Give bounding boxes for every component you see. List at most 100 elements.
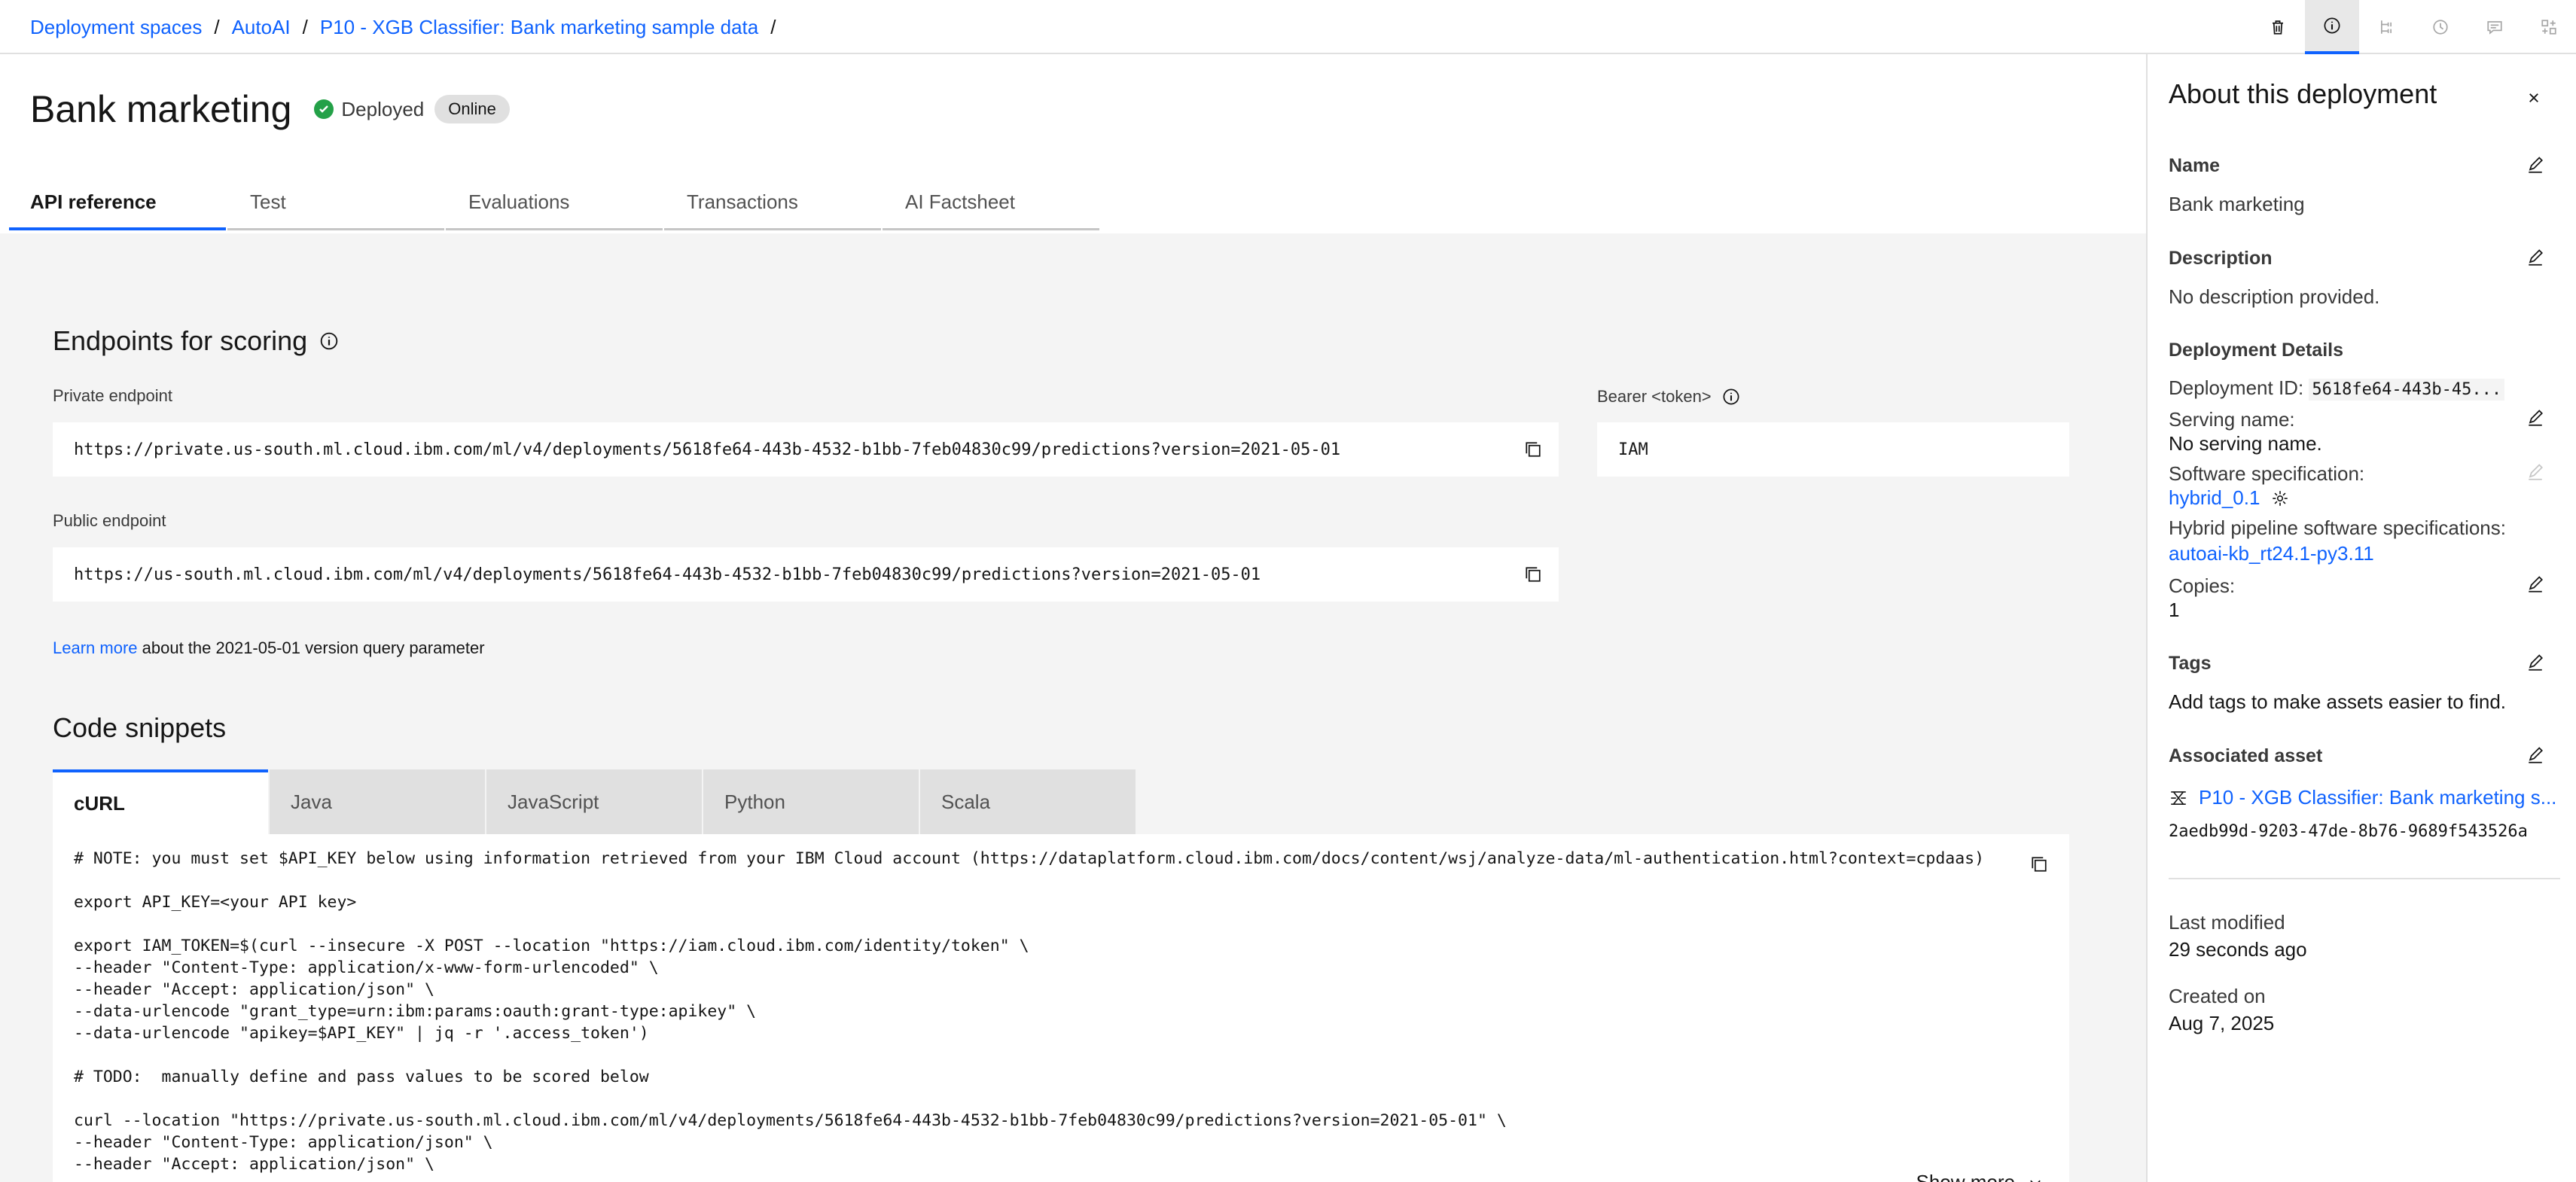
- show-more-button[interactable]: Show more: [1916, 1171, 2044, 1182]
- breadcrumb-separator: /: [302, 15, 308, 38]
- deployment-status: Deployed: [314, 98, 424, 121]
- lineage-icon: [2381, 20, 2392, 34]
- edit-icon[interactable]: [2525, 745, 2546, 766]
- code-tab-python[interactable]: Python: [703, 769, 919, 834]
- edit-icon[interactable]: [2525, 248, 2546, 269]
- private-endpoint-label: Private endpoint: [53, 386, 172, 405]
- code-snippet-box: # NOTE: you must set $API_KEY below usin…: [53, 834, 2069, 1182]
- header-toolbar: [2251, 0, 2576, 54]
- show-more-label: Show more: [1916, 1171, 2016, 1182]
- edit-icon[interactable]: [2525, 155, 2546, 176]
- software-spec-row: hybrid_0.1: [2169, 486, 2290, 510]
- pipeline-icon: [2171, 791, 2186, 805]
- breadcrumb: Deployment spaces / AutoAI / P10 - XGB C…: [30, 0, 788, 54]
- history-icon: [2433, 20, 2448, 35]
- panel-divider: [2169, 878, 2560, 879]
- lineage-button[interactable]: [2359, 0, 2413, 54]
- tab-bar: API reference Test Evaluations Transacti…: [9, 176, 1101, 230]
- copy-icon[interactable]: [1523, 439, 1544, 460]
- copy-icon[interactable]: [2029, 854, 2050, 875]
- associated-asset-row: P10 - XGB Classifier: Bank marketing s..…: [2169, 786, 2556, 809]
- hybrid-spec-label: Hybrid pipeline software specifications:: [2169, 516, 2506, 539]
- copy-icon[interactable]: [1523, 564, 1544, 585]
- breadcrumb-autoai[interactable]: AutoAI: [232, 16, 291, 39]
- status-badge: Online: [434, 95, 510, 123]
- learn-more-description: about the 2021-05-01 version query param…: [137, 638, 485, 657]
- tab-ai-factsheet[interactable]: AI Factsheet: [883, 176, 1099, 230]
- top-header: Deployment spaces / AutoAI / P10 - XGB C…: [0, 0, 2576, 54]
- code-tab-bar: cURL Java JavaScript Python Scala: [53, 769, 1137, 834]
- comments-button[interactable]: [2468, 0, 2522, 54]
- settings-icon[interactable]: [2270, 489, 2290, 508]
- public-endpoint-field[interactable]: https://us-south.ml.cloud.ibm.com/ml/v4/…: [53, 547, 1559, 602]
- software-spec-link[interactable]: hybrid_0.1: [2169, 486, 2260, 510]
- last-modified-label: Last modified: [2169, 911, 2285, 934]
- name-label: Name: [2169, 155, 2221, 176]
- hybrid-spec-link[interactable]: autoai-kb_rt24.1-py3.11: [2169, 542, 2374, 565]
- checkmark-icon: [314, 99, 334, 119]
- tags-value: Add tags to make assets easier to find.: [2169, 690, 2507, 713]
- comment-icon: [2487, 21, 2502, 35]
- endpoints-section-title: Endpoints for scoring: [53, 325, 340, 357]
- title-row: Bank marketing Deployed Online: [30, 87, 510, 131]
- edit-icon[interactable]: [2525, 574, 2546, 596]
- page-title: Bank marketing: [30, 88, 292, 130]
- description-value: No description provided.: [2169, 285, 2380, 308]
- trash-icon: [2273, 20, 2283, 35]
- tags-label: Tags: [2169, 653, 2212, 674]
- private-endpoint-field[interactable]: https://private.us-south.ml.cloud.ibm.co…: [53, 422, 1559, 477]
- public-endpoint-url: https://us-south.ml.cloud.ibm.com/ml/v4/…: [74, 565, 1261, 584]
- chevron-down-icon: [2030, 1180, 2041, 1182]
- software-spec-label: Software specification:: [2169, 462, 2365, 485]
- public-endpoint-label: Public endpoint: [53, 511, 166, 530]
- serving-name-label: Serving name:: [2169, 408, 2295, 431]
- code-snippet[interactable]: # NOTE: you must set $API_KEY below usin…: [74, 848, 2017, 1175]
- deployment-id-label: Deployment ID:: [2169, 376, 2309, 399]
- info-icon[interactable]: [318, 330, 340, 352]
- tab-api-reference[interactable]: API reference: [9, 176, 226, 230]
- close-icon[interactable]: [2523, 87, 2544, 108]
- bearer-token-label-row: Bearer <token>: [1597, 386, 1742, 407]
- info-button[interactable]: [2305, 0, 2359, 54]
- tab-transactions[interactable]: Transactions: [664, 176, 881, 230]
- created-on-label: Created on: [2169, 985, 2266, 1007]
- bearer-token-label: Bearer <token>: [1597, 387, 1712, 406]
- code-tab-curl[interactable]: cURL: [53, 769, 268, 834]
- deployment-id-value[interactable]: 5618fe64-443b-45...: [2309, 379, 2505, 401]
- deployment-id-row: Deployment ID: 5618fe64-443b-45...: [2169, 376, 2505, 401]
- learn-more-link[interactable]: Learn more: [53, 638, 138, 657]
- edit-icon[interactable]: [2525, 408, 2546, 429]
- learn-more-text: Learn more about the 2021-05-01 version …: [53, 638, 485, 658]
- name-value: Bank marketing: [2169, 193, 2305, 215]
- history-button[interactable]: [2413, 0, 2468, 54]
- api-reference-panel: Endpoints for scoring Private endpoint h…: [0, 233, 2146, 1182]
- info-icon[interactable]: [1721, 386, 1742, 407]
- tab-evaluations[interactable]: Evaluations: [446, 176, 663, 230]
- breadcrumb-asset[interactable]: P10 - XGB Classifier: Bank marketing sam…: [320, 16, 758, 39]
- associated-asset-id: 2aedb99d-9203-47de-8b76-9689f543526a: [2169, 822, 2528, 841]
- info-icon: [2324, 17, 2340, 34]
- serving-name-value: No serving name.: [2169, 432, 2322, 455]
- breadcrumb-separator: /: [214, 15, 220, 38]
- deployment-details-label: Deployment Details: [2169, 340, 2344, 361]
- compare-icon: [2541, 20, 2556, 35]
- last-modified-value: 29 seconds ago: [2169, 938, 2307, 961]
- delete-button[interactable]: [2251, 0, 2305, 54]
- tab-test[interactable]: Test: [227, 176, 444, 230]
- status-text: Deployed: [341, 97, 425, 120]
- private-endpoint-url: https://private.us-south.ml.cloud.ibm.co…: [74, 440, 1341, 459]
- code-tab-javascript[interactable]: JavaScript: [486, 769, 702, 834]
- bearer-token-field[interactable]: IAM: [1597, 422, 2069, 477]
- breadcrumb-deployment-spaces[interactable]: Deployment spaces: [30, 16, 202, 39]
- associated-asset-link[interactable]: P10 - XGB Classifier: Bank marketing s..…: [2199, 786, 2556, 809]
- code-snippets-title: Code snippets: [53, 712, 227, 743]
- code-tab-scala[interactable]: Scala: [920, 769, 1136, 834]
- edit-icon[interactable]: [2525, 653, 2546, 674]
- compare-button[interactable]: [2522, 0, 2576, 54]
- panel-title: About this deployment: [2169, 78, 2437, 109]
- description-label: Description: [2169, 248, 2273, 269]
- code-tab-java[interactable]: Java: [270, 769, 485, 834]
- breadcrumb-separator: /: [770, 15, 776, 38]
- copies-label: Copies:: [2169, 574, 2236, 597]
- about-deployment-panel: About this deployment Name Bank marketin…: [2146, 54, 2576, 1182]
